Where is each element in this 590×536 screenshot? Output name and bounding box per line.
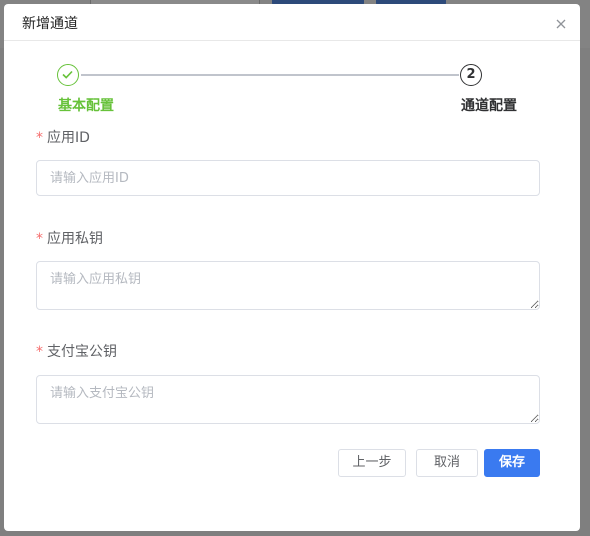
required-mark: *	[36, 344, 43, 360]
save-button[interactable]: 保存	[484, 449, 540, 477]
close-icon[interactable]	[554, 16, 568, 30]
app-id-label: * 应用ID	[36, 127, 90, 147]
step-number-icon: 2	[460, 64, 482, 86]
alipay-public-key-label: * 支付宝公钥	[36, 341, 117, 361]
dialog-title: 新增通道	[22, 16, 78, 32]
app-id-label-text: 应用ID	[47, 130, 90, 146]
alipay-public-key-textarea[interactable]	[36, 375, 540, 424]
prev-step-button[interactable]: 上一步	[338, 449, 406, 477]
step-label-channel-config: 通道配置	[461, 98, 517, 114]
app-private-key-textarea[interactable]	[36, 261, 540, 310]
dialog-header: 新增通道	[4, 4, 580, 41]
step-connector	[81, 74, 459, 76]
cancel-button[interactable]: 取消	[416, 449, 478, 477]
required-mark: *	[36, 231, 43, 247]
app-private-key-label-text: 应用私钥	[47, 231, 103, 247]
alipay-public-key-label-text: 支付宝公钥	[47, 344, 117, 360]
required-mark: *	[36, 130, 43, 146]
app-id-input[interactable]	[36, 160, 540, 196]
app-private-key-label: * 应用私钥	[36, 228, 103, 248]
step-label-basic-config: 基本配置	[58, 98, 114, 114]
step-done-check-icon	[57, 64, 79, 86]
